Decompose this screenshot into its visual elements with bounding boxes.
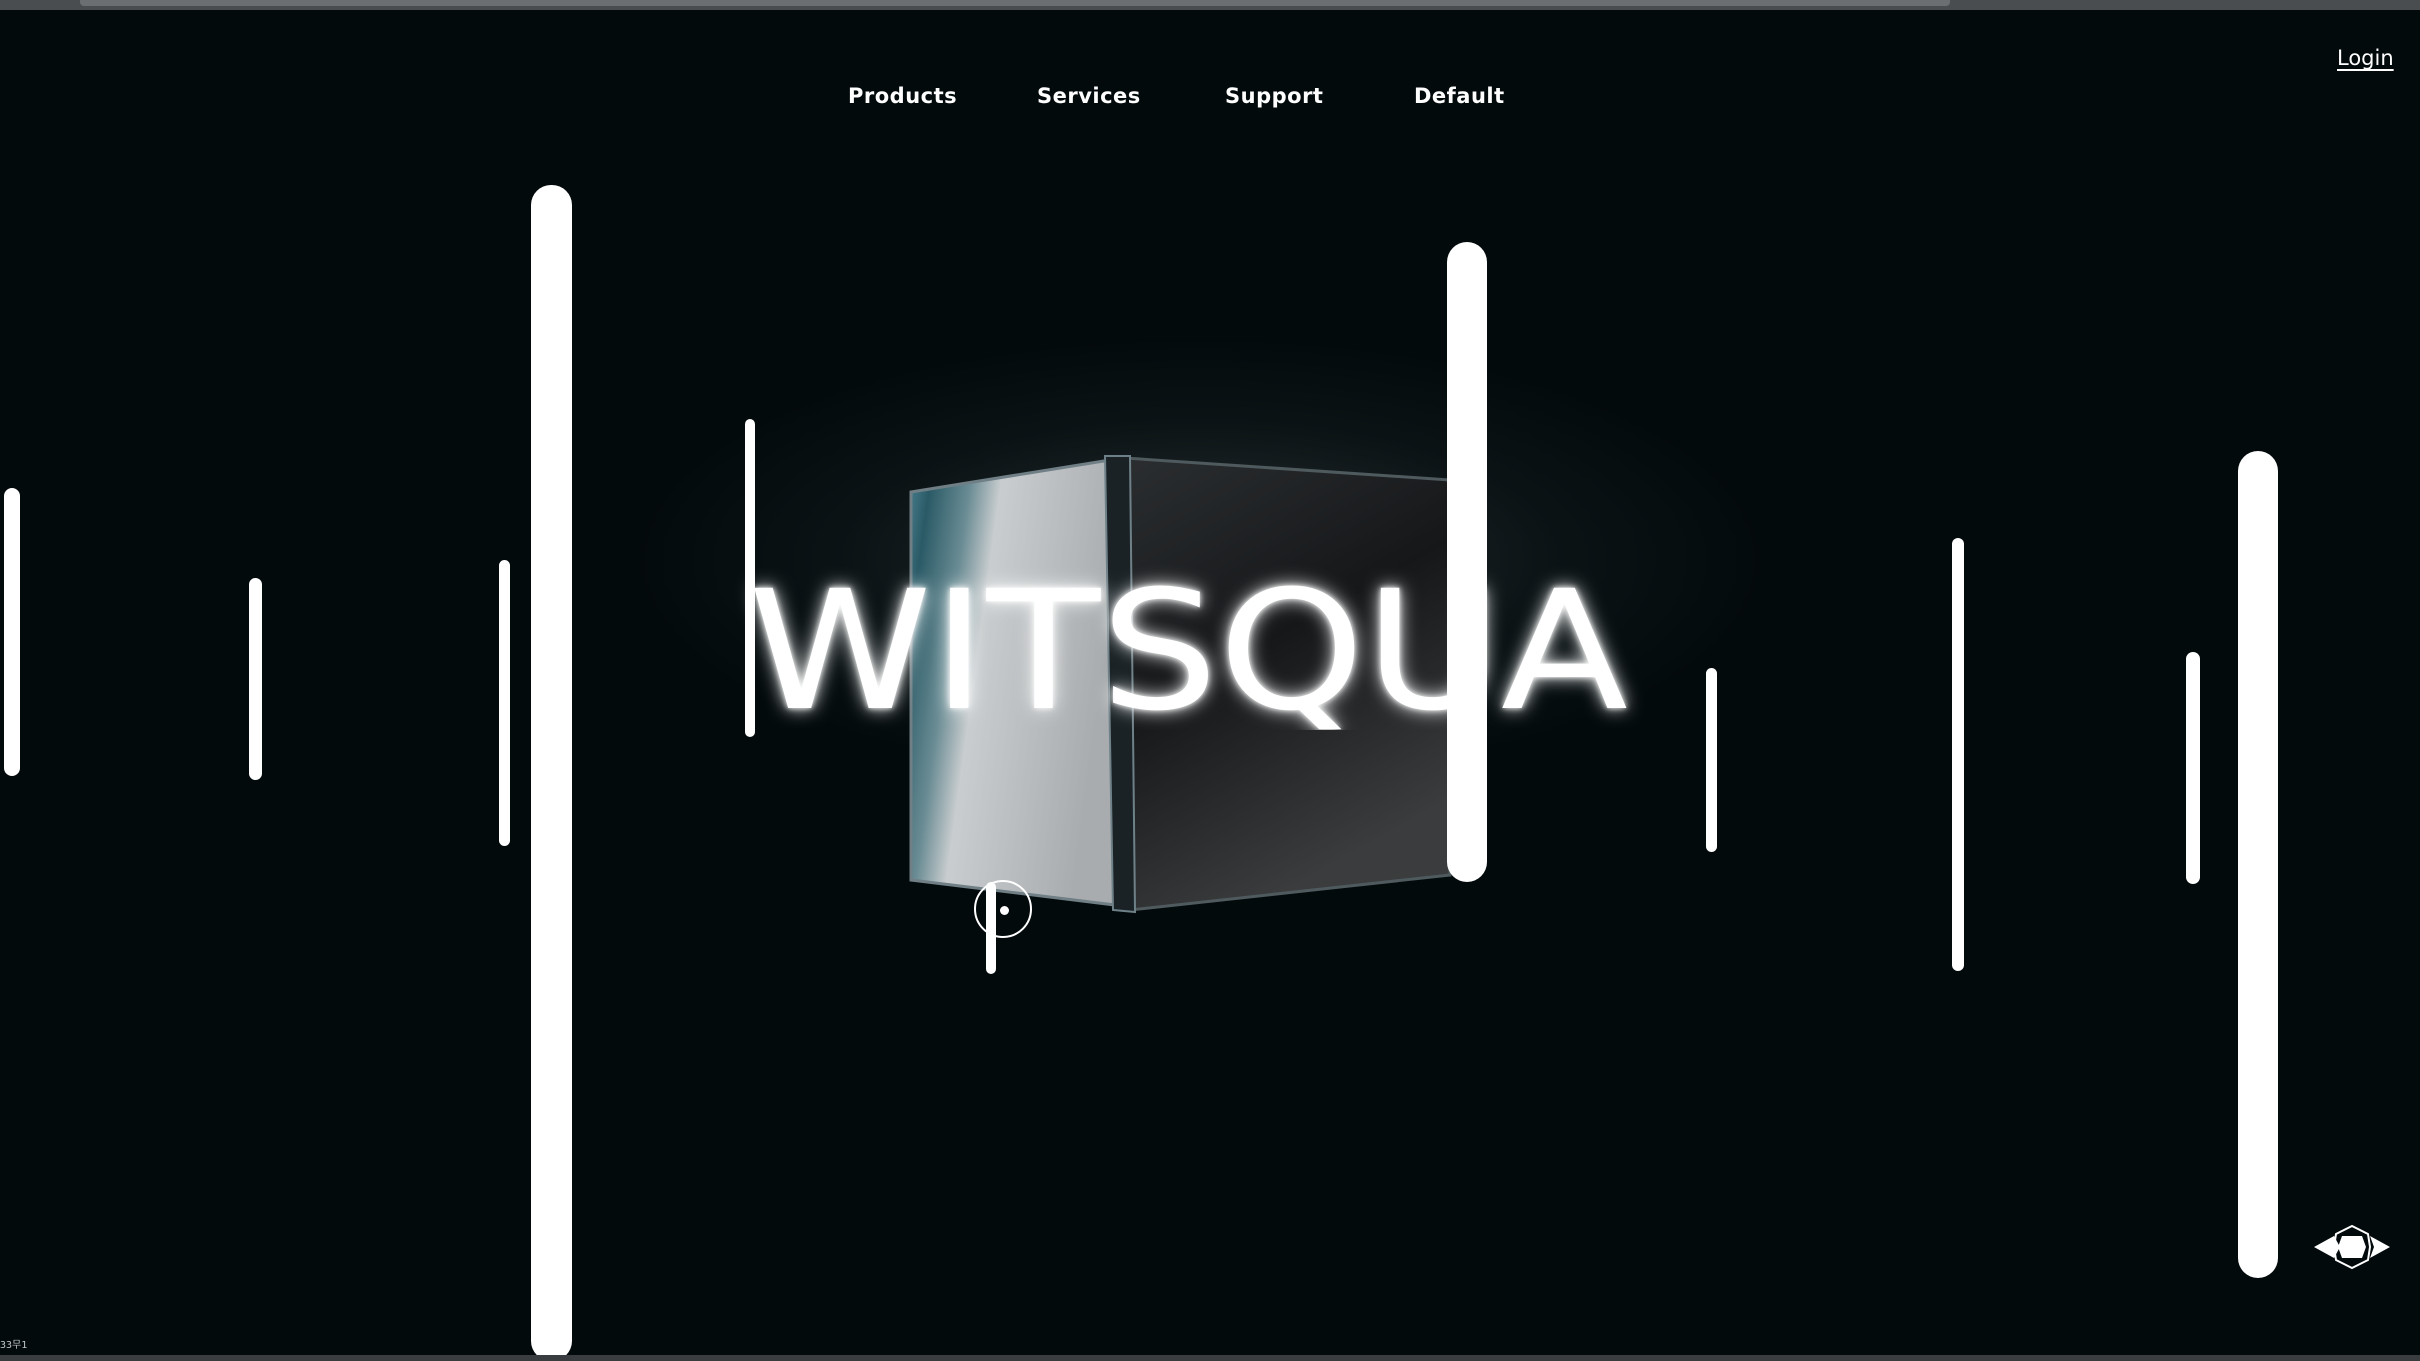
browser-bottom-bar [0,1355,2420,1361]
nav-item-products[interactable]: Products [848,84,957,108]
light-bar [249,578,262,780]
nav-item-default[interactable]: Default [1414,84,1505,108]
browser-top-bar [0,0,2420,10]
brand-wordmark: WITSQUA [748,560,1628,730]
light-bar [2238,451,2278,1278]
light-bar [4,488,20,776]
page: Products Services Support Default Login [0,0,2420,1361]
light-bar [499,560,510,846]
main-nav: Products Services Support Default [0,84,2420,114]
light-bar [2186,652,2200,884]
cursor-dot [1000,906,1009,915]
browser-scroll-track [80,0,1950,6]
light-bar [1706,668,1717,852]
light-bar [1952,538,1964,971]
eye-logo-icon[interactable] [2312,1222,2392,1272]
status-text: 33무1 [0,1340,28,1351]
hero-brand: WITSQUA [728,560,1648,730]
cursor-ring-icon [974,880,1032,938]
light-bar [531,185,572,1361]
nav-item-support[interactable]: Support [1225,84,1323,108]
nav-item-services[interactable]: Services [1037,84,1141,108]
login-link[interactable]: Login [2337,46,2394,70]
brand-title: WITSQUA [748,560,1628,730]
